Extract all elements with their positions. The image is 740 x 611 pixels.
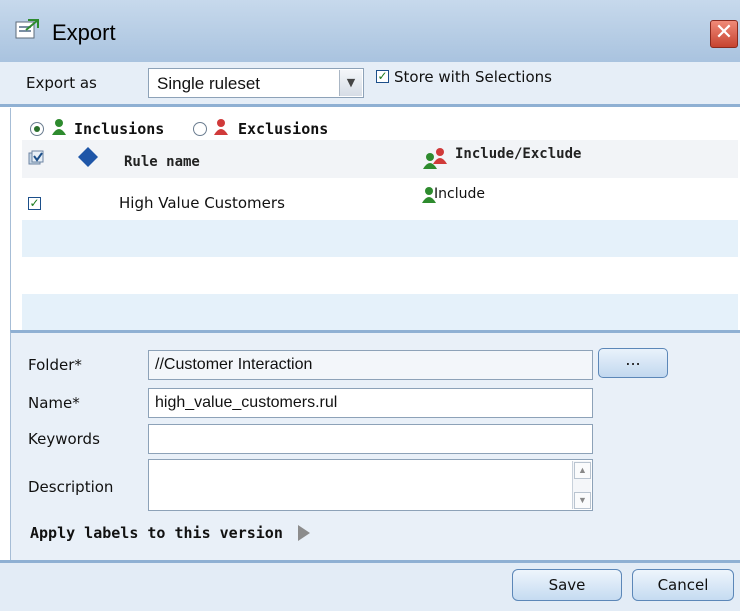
dialog-title-bar: Export ✕ (0, 0, 740, 63)
keywords-field[interactable] (148, 424, 593, 454)
export-as-select[interactable]: Single ruleset ▼ (148, 68, 364, 98)
folder-value: //Customer Interaction (155, 356, 313, 373)
inclusions-radio[interactable] (30, 122, 44, 136)
exclude-person-icon (214, 119, 228, 135)
store-with-selections-checkbox[interactable]: ✓ (376, 70, 389, 83)
row-checkbox[interactable]: ✓ (28, 197, 41, 210)
name-field[interactable]: high_value_customers.rul (148, 388, 593, 418)
store-with-selections-label: Store with Selections (394, 68, 552, 86)
diamond-sort-icon[interactable] (77, 146, 99, 168)
description-field[interactable]: ▲ ▼ (148, 459, 593, 511)
scroll-down-icon[interactable]: ▼ (574, 492, 591, 509)
description-scrollbar[interactable]: ▲ ▼ (572, 461, 591, 509)
cancel-button[interactable]: Cancel (632, 569, 734, 601)
table-row-empty (22, 220, 738, 257)
include-person-icon (52, 119, 66, 135)
export-options-strip (0, 62, 740, 107)
table-row-empty (22, 257, 738, 294)
exclusions-radio[interactable] (193, 122, 207, 136)
apply-labels-toggle[interactable]: Apply labels to this version (30, 524, 283, 542)
inclusions-label: Inclusions (74, 120, 165, 138)
close-icon: ✕ (714, 20, 734, 45)
dialog-title: Export (52, 20, 116, 45)
export-as-label: Export as (26, 74, 97, 92)
name-value: high_value_customers.rul (155, 394, 338, 411)
description-label: Description (28, 478, 114, 496)
folder-field[interactable]: //Customer Interaction (148, 350, 593, 380)
browse-folder-button[interactable]: ... (598, 348, 668, 378)
save-button[interactable]: Save (512, 569, 622, 601)
keywords-label: Keywords (28, 430, 100, 448)
export-icon (15, 19, 39, 39)
name-label: Name* (28, 394, 80, 412)
exclusions-label: Exclusions (238, 120, 329, 138)
chevron-down-icon[interactable]: ▼ (339, 70, 362, 96)
expand-arrow-icon[interactable] (298, 525, 310, 541)
folder-label: Folder* (28, 356, 82, 374)
rule-name-cell: High Value Customers (119, 194, 285, 212)
include-exclude-cell: Include (434, 186, 485, 202)
column-header-rule-name[interactable]: Rule name (124, 154, 200, 170)
table-row-empty (22, 294, 738, 331)
scroll-up-icon[interactable]: ▲ (574, 462, 591, 479)
dialog-footer (0, 560, 740, 611)
close-button[interactable]: ✕ (710, 20, 738, 48)
include-exclude-icon (423, 148, 447, 169)
select-all-icon[interactable] (28, 150, 44, 166)
column-header-include-exclude[interactable]: Include/Exclude (455, 146, 581, 162)
export-as-value: Single ruleset (157, 74, 261, 93)
